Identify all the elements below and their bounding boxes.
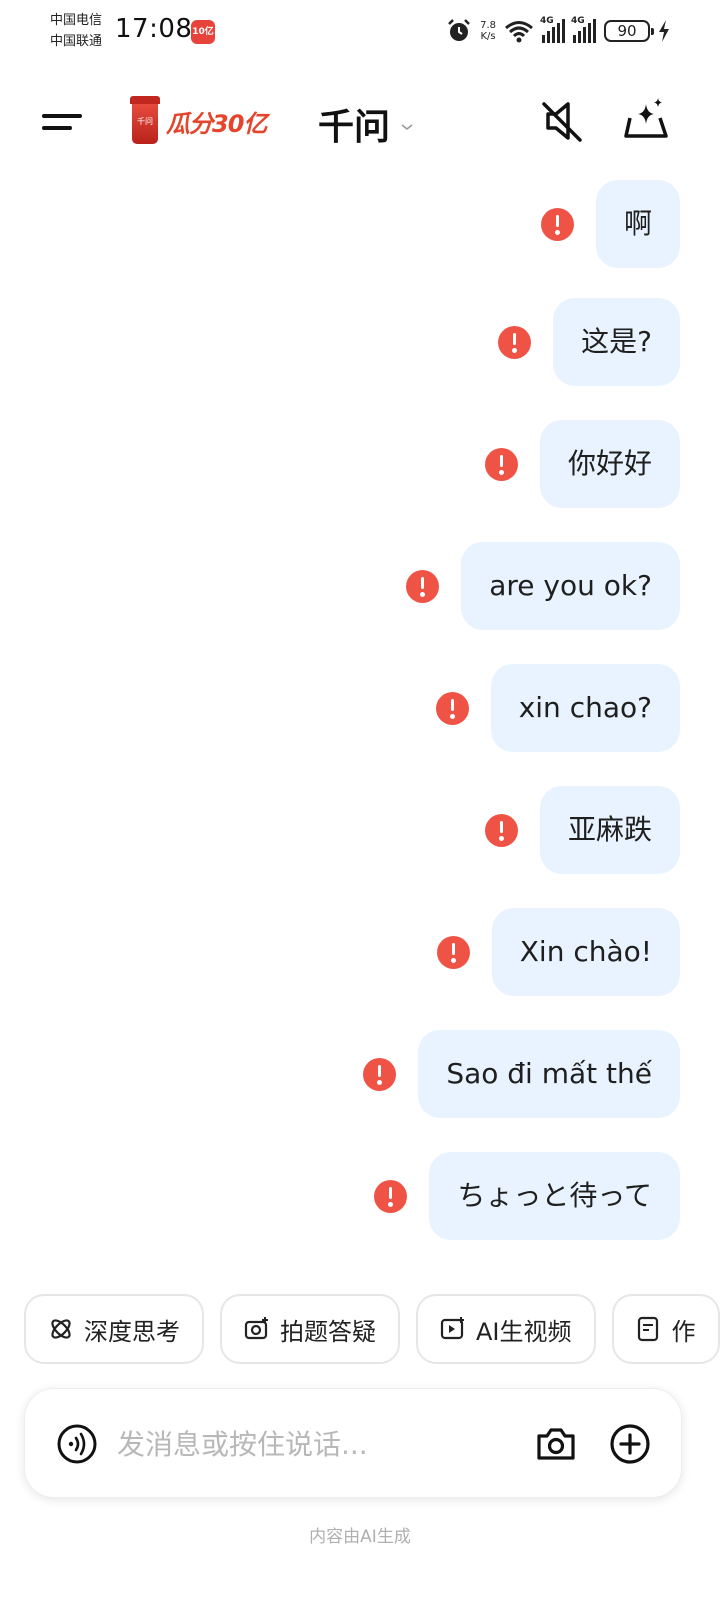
battery-indicator: 90 [604,20,654,42]
user-message-bubble[interactable]: 亚麻跌 [539,786,680,874]
user-message-bubble[interactable]: ちょっと待って [429,1152,680,1240]
model-name: 千问 [318,107,391,148]
milk-tea-cup-icon [128,96,162,146]
carrier-info: 中国电信 中国联通 [50,10,102,52]
send-failed-icon[interactable] [435,691,469,725]
message-row: 亚麻跌 [484,786,680,874]
menu-button[interactable] [42,106,86,140]
charging-icon [659,20,669,42]
carrier-1: 中国电信 [50,13,103,28]
message-row: ちょっと待って [374,1152,680,1240]
net-speed: 7.8 K/s [480,20,496,42]
app-header: 瓜分30亿 千问 [0,80,720,170]
voice-wave-icon [57,1424,97,1464]
voice-button[interactable] [57,1424,97,1464]
chip-deep-think[interactable]: 深度思考 [24,1294,204,1364]
message-composer [24,1388,682,1498]
quick-action-chips: 深度思考 拍题答疑 AI生视频 作 [24,1294,720,1364]
user-message-bubble[interactable]: Xin chào! [491,908,680,996]
chip-label: 拍题答疑 [280,1317,376,1346]
add-attachment-button[interactable] [609,1423,651,1465]
send-failed-icon[interactable] [484,813,518,847]
sim2-network-label: 4G [571,16,585,26]
send-failed-icon[interactable] [484,447,518,481]
chip-label: AI生视频 [476,1317,572,1346]
new-chat-button[interactable] [622,96,670,144]
user-message-bubble[interactable]: Sao đi mất thế [418,1030,680,1118]
ai-disclaimer: 内容由AI生成 [309,1527,411,1547]
net-speed-unit: K/s [480,31,496,42]
status-bar: 中国电信 中国联通 17:08 10亿 7.8 K/s 4G 4G 90 [0,0,720,64]
message-row: xin chao? [435,664,680,752]
chevron-down-icon [401,124,413,131]
camera-button[interactable] [535,1424,577,1464]
alarm-icon [448,19,470,41]
chip-ai-video[interactable]: AI生视频 [416,1294,596,1364]
plus-circle-icon [610,1424,650,1464]
status-icons: 7.8 K/s 4G 4G 90 [446,16,670,46]
signal-sim2-icon: 4G [571,16,596,43]
send-failed-icon[interactable] [406,569,440,603]
mute-button[interactable] [540,98,584,144]
send-failed-icon[interactable] [363,1057,397,1091]
new-chat-sparkle-icon [624,98,668,138]
message-row: Xin chào! [436,908,680,996]
user-message-bubble[interactable]: 啊 [595,180,680,268]
send-failed-icon[interactable] [540,207,574,241]
carrier-2: 中国联通 [50,34,103,49]
signal-sim1-icon: 4G [540,16,565,43]
camera-icon [537,1428,575,1460]
wifi-icon [505,21,533,43]
deep-think-icon [51,1319,71,1339]
user-message-bubble[interactable]: are you ok? [461,542,680,630]
status-clock: 17:08 [115,14,193,44]
message-input[interactable] [117,1419,417,1469]
chip-photo-question[interactable]: 拍题答疑 [220,1294,400,1364]
message-row: are you ok? [406,542,680,630]
app-notification-badge: 10亿 [191,20,215,44]
user-message-bubble[interactable]: 这是? [553,298,680,386]
send-failed-icon[interactable] [498,325,532,359]
net-speed-value: 7.8 [480,20,496,31]
photo-question-icon [244,1317,268,1340]
sim1-network-label: 4G [540,16,554,26]
model-selector[interactable]: 千问 [318,98,414,150]
send-failed-icon[interactable] [436,935,470,969]
ai-video-icon [440,1317,464,1340]
message-row: 啊 [540,180,680,268]
message-row: Sao đi mất thế [363,1030,680,1118]
promo-banner[interactable]: 瓜分30亿 [128,94,267,148]
user-message-bubble[interactable]: 你好好 [539,420,680,508]
chip-label: 深度思考 [84,1317,180,1346]
user-message-bubble[interactable]: xin chao? [490,664,680,752]
doc-icon [637,1316,658,1342]
message-row: 这是? [498,298,680,386]
message-row: 你好好 [484,420,680,508]
promo-text: 瓜分30亿 [166,109,267,138]
chip-doc[interactable]: 作 [611,1294,720,1364]
mute-icon [542,102,582,142]
chip-label: 作 [671,1317,696,1346]
send-failed-icon[interactable] [374,1179,408,1213]
